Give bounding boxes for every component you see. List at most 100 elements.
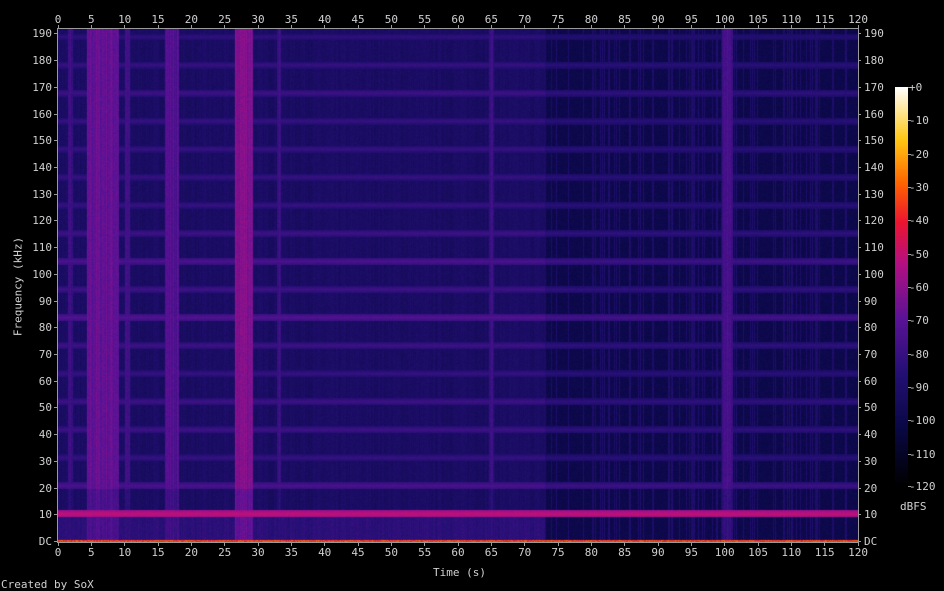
- x-tick-label-bottom: 75: [551, 546, 565, 559]
- x-tick-label-top: 55: [418, 13, 432, 26]
- x-tick-label-bottom: 60: [451, 546, 465, 559]
- y-tick-label-right: DC: [864, 535, 878, 548]
- y-tick-label-left: 110: [32, 241, 53, 255]
- x-tick-label-top: 30: [251, 13, 265, 26]
- y-tick-label-left: 170: [32, 80, 53, 94]
- colorbar-tick-label: -120: [909, 480, 936, 493]
- y-tick-label-left: 80: [38, 321, 53, 335]
- x-tick-label-bottom: 20: [184, 546, 198, 559]
- y-tick-mark: [858, 460, 861, 462]
- y-tick-mark: [54, 434, 57, 436]
- colorbar-tick-label: -90: [909, 381, 929, 394]
- x-tick-label-bottom: 30: [251, 546, 265, 559]
- y-tick-mark: [858, 541, 861, 542]
- y-tick-mark: [54, 166, 57, 168]
- y-tick-mark: [54, 33, 57, 35]
- x-tick-label-bottom: 95: [684, 546, 698, 559]
- x-tick-label-top: 80: [584, 13, 598, 26]
- y-tick-label-left: 20: [38, 481, 53, 495]
- y-tick-mark: [858, 434, 861, 436]
- y-tick-label-left: 160: [32, 107, 53, 121]
- colorbar-tick-label: -50: [909, 247, 929, 261]
- y-tick-label-left: 50: [38, 401, 53, 415]
- x-tick-label-bottom: 45: [351, 546, 365, 559]
- y-tick-mark: [54, 220, 57, 222]
- y-tick-mark: [858, 193, 861, 195]
- x-tick-label-bottom: 65: [484, 546, 498, 559]
- colorbar-tick-label: -40: [909, 214, 929, 228]
- colorbar: [895, 87, 908, 487]
- y-tick-mark: [858, 487, 861, 489]
- x-tick-label-bottom: 120: [848, 546, 868, 559]
- y-tick-label-right: 130: [864, 187, 884, 201]
- y-tick-mark: [858, 220, 861, 222]
- x-tick-label-top: 25: [218, 13, 232, 26]
- x-tick-label-bottom: 35: [284, 546, 298, 559]
- y-tick-label-left: 190: [32, 27, 53, 41]
- x-tick-label-bottom: 100: [714, 546, 735, 559]
- y-tick-mark: [858, 407, 861, 409]
- x-tick-label-top: 0: [54, 13, 62, 26]
- x-axis-label: Time (s): [433, 566, 486, 579]
- x-tick-label-bottom: 55: [418, 546, 432, 559]
- y-tick-label-right: 70: [864, 347, 878, 361]
- y-tick-label-right: 120: [864, 214, 884, 228]
- y-tick-mark: [54, 407, 57, 409]
- colorbar-tick-label: -60: [909, 281, 929, 294]
- y-tick-mark: [858, 327, 861, 329]
- y-tick-mark: [858, 86, 861, 88]
- y-tick-label-left: 10: [38, 508, 53, 522]
- x-tick-label-top: 5: [88, 13, 95, 26]
- y-tick-mark: [858, 380, 861, 382]
- x-tick-label-bottom: 5: [88, 546, 95, 559]
- colorbar-tick-label: -80: [909, 347, 929, 361]
- y-tick-label-left: 60: [38, 374, 53, 388]
- x-tick-label-top: 35: [284, 13, 298, 26]
- x-tick-label-top: 105: [748, 13, 768, 26]
- y-tick-label-left: 140: [32, 160, 53, 174]
- colorbar-tick-label: -110: [909, 447, 936, 461]
- colorbar-tick-label: -100: [909, 414, 936, 428]
- x-tick-label-top: 45: [351, 13, 365, 26]
- x-tick-label-bottom: 90: [651, 546, 665, 559]
- x-tick-label-bottom: 0: [54, 546, 62, 559]
- y-tick-mark: [54, 460, 57, 462]
- x-tick-label-top: 110: [781, 13, 802, 26]
- y-tick-mark: [54, 60, 57, 62]
- y-tick-label-right: 10: [864, 508, 878, 522]
- colorbar-tick-label: +0: [909, 81, 923, 94]
- y-tick-label-right: 100: [864, 267, 884, 281]
- x-tick-label-top: 15: [151, 13, 165, 26]
- x-tick-label-bottom: 40: [318, 546, 332, 559]
- x-tick-label-top: 70: [518, 13, 532, 26]
- y-tick-label-right: 20: [864, 481, 878, 495]
- x-tick-label-top: 95: [684, 13, 698, 26]
- x-tick-label-top: 40: [318, 13, 332, 26]
- x-tick-label-bottom: 115: [814, 546, 835, 559]
- y-tick-mark: [54, 86, 57, 88]
- x-tick-label-top: 10: [118, 13, 132, 26]
- y-tick-mark: [858, 273, 861, 275]
- y-tick-label-right: 140: [864, 160, 884, 174]
- y-tick-mark: [858, 353, 861, 355]
- y-tick-label-right: 30: [864, 454, 878, 468]
- footer-credit: Created by SoX: [1, 578, 94, 591]
- y-tick-mark: [54, 193, 57, 195]
- x-tick-label-bottom: 70: [518, 546, 532, 559]
- y-tick-label-left: 40: [38, 428, 53, 442]
- y-tick-label-right: 80: [864, 321, 878, 335]
- y-tick-label-left: 150: [32, 134, 53, 148]
- x-tick-label-top: 90: [651, 13, 665, 26]
- y-tick-label-right: 170: [864, 80, 884, 94]
- x-tick-label-bottom: 105: [748, 546, 768, 559]
- y-tick-label-left: 180: [32, 54, 53, 68]
- y-tick-label-right: 60: [864, 374, 878, 388]
- y-tick-label-right: 190: [864, 27, 884, 41]
- x-tick-label-top: 60: [451, 13, 465, 26]
- y-tick-mark: [54, 300, 57, 302]
- y-tick-label-left: 70: [38, 347, 53, 361]
- y-axis-label: Frequency (kHz): [11, 236, 25, 337]
- y-tick-label-right: 110: [864, 241, 884, 255]
- x-tick-label-bottom: 80: [584, 546, 598, 559]
- x-tick-label-bottom: 10: [118, 546, 132, 559]
